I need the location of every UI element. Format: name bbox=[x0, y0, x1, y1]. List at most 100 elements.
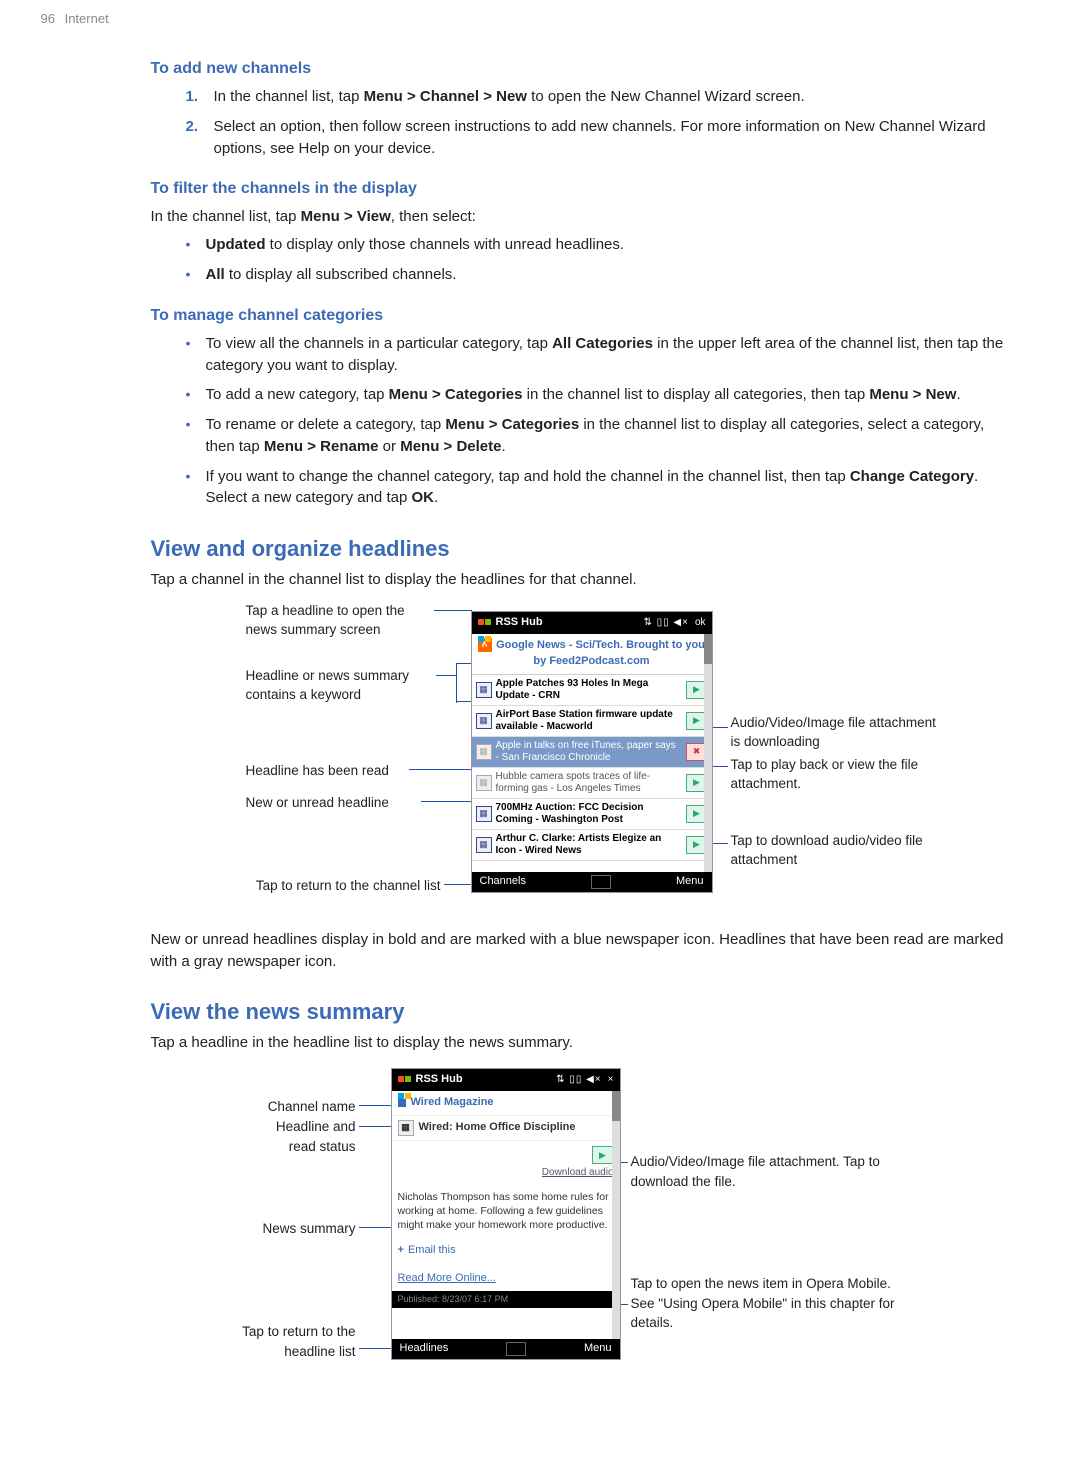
windows-logo-icon bbox=[398, 1073, 412, 1087]
callout-open-opera: Tap to open the news item in Opera Mobil… bbox=[631, 1274, 901, 1333]
media-icon[interactable]: ▶ bbox=[592, 1146, 614, 1164]
download-area[interactable]: ▶ Download audio bbox=[392, 1141, 620, 1186]
menu-softkey[interactable]: Menu bbox=[676, 874, 704, 890]
status-icons: ⇅ ▯▯ ◀× bbox=[643, 616, 688, 631]
callout-download-progress: Audio/Video/Image file attachment is dow… bbox=[731, 713, 941, 752]
headlines-para: New or unread headlines display in bold … bbox=[151, 929, 1006, 973]
menu-softkey[interactable]: Menu bbox=[584, 1341, 612, 1357]
text-bold: Menu > Categories bbox=[389, 386, 523, 403]
list-item: If you want to change the channel catego… bbox=[186, 466, 1006, 510]
text-bold: Updated bbox=[206, 236, 266, 253]
titlebar: RSS Hub ⇅ ▯▯ ◀× ok bbox=[472, 612, 712, 634]
text-bold: Menu > Delete bbox=[400, 438, 501, 455]
list-item: To rename or delete a category, tap Menu… bbox=[186, 414, 1006, 458]
channel-name: Wired Magazine bbox=[392, 1091, 620, 1116]
channel-icon bbox=[398, 1099, 406, 1107]
scrollbar[interactable] bbox=[612, 1091, 620, 1339]
text: to display only those channels with unre… bbox=[266, 236, 625, 253]
text: If you want to change the channel catego… bbox=[206, 468, 850, 485]
text: . bbox=[434, 489, 438, 506]
channel-title-text: Google News - Sci/Tech. Brought to you b… bbox=[496, 639, 705, 667]
text: , then select: bbox=[391, 208, 476, 225]
news-summary-intro: Tap a headline in the headline list to d… bbox=[151, 1032, 1006, 1054]
app-title: RSS Hub bbox=[496, 615, 543, 631]
step-text: Select an option, then follow screen ins… bbox=[214, 118, 986, 157]
bottombar: Channels Menu bbox=[472, 872, 712, 892]
heading-add-channels: To add new channels bbox=[151, 57, 1006, 80]
callout-download: Tap to download audio/video file attachm… bbox=[731, 831, 961, 870]
list-item: To view all the channels in a particular… bbox=[186, 333, 1006, 377]
headline-text: Apple Patches 93 Holes In Mega Update - … bbox=[496, 678, 682, 702]
newspaper-icon: ▦ bbox=[476, 744, 492, 760]
screenshot-summary: RSS Hub ⇅ ▯▯ ◀× × Wired Magazine ▦Wired:… bbox=[391, 1068, 621, 1360]
text-bold: OK bbox=[411, 489, 434, 506]
keyboard-icon[interactable] bbox=[506, 1342, 526, 1356]
headline-text: Wired: Home Office Discipline bbox=[419, 1120, 576, 1136]
download-link[interactable]: Download audio bbox=[398, 1166, 614, 1181]
headline-row-selected[interactable]: ▦Apple in talks on free iTunes, paper sa… bbox=[472, 737, 712, 768]
callout-unread: New or unread headline bbox=[246, 793, 436, 813]
headline-row[interactable]: ▦700MHz Auction: FCC Decision Coming - W… bbox=[472, 799, 712, 830]
newspaper-icon: ▦ bbox=[476, 775, 492, 791]
channel-name-text: Wired Magazine bbox=[411, 1095, 494, 1111]
step-text: In the channel list, tap bbox=[214, 88, 364, 105]
channel-title: እ Google News - Sci/Tech. Brought to you… bbox=[472, 634, 712, 675]
connector-line bbox=[456, 663, 457, 703]
headline-row: ▦Wired: Home Office Discipline bbox=[392, 1116, 620, 1141]
scrollbar-thumb[interactable] bbox=[612, 1091, 620, 1121]
scrollbar[interactable] bbox=[704, 634, 712, 872]
text-bold: Change Category bbox=[850, 468, 974, 485]
headline-row[interactable]: ▦Hubble camera spots traces of life-form… bbox=[472, 768, 712, 799]
headline-text: 700MHz Auction: FCC Decision Coming - Wa… bbox=[496, 802, 682, 826]
scrollbar-thumb[interactable] bbox=[704, 634, 712, 664]
screenshot-headlines: RSS Hub ⇅ ▯▯ ◀× ok እ Google News - Sci/T… bbox=[471, 611, 713, 893]
heading-view-headlines: View and organize headlines bbox=[151, 533, 1006, 565]
ok-button[interactable]: ok bbox=[695, 616, 706, 631]
callout-news-summary: News summary bbox=[251, 1219, 356, 1239]
text: In the channel list, tap bbox=[151, 208, 301, 225]
summary-text: Nicholas Thompson has some home rules fo… bbox=[392, 1186, 620, 1237]
keyboard-icon[interactable] bbox=[591, 875, 611, 889]
text: . bbox=[956, 386, 960, 403]
text-bold: All bbox=[206, 266, 225, 283]
channels-softkey[interactable]: Channels bbox=[480, 874, 526, 890]
step-number: 1. bbox=[186, 86, 199, 108]
text: To view all the channels in a particular… bbox=[206, 335, 553, 352]
list-item: Updated to display only those channels w… bbox=[186, 234, 1006, 256]
callout-keyword: Headline or news summary contains a keyw… bbox=[246, 666, 436, 705]
headline-row[interactable]: ▦Apple Patches 93 Holes In Mega Update -… bbox=[472, 675, 712, 706]
text: to display all subscribed channels. bbox=[225, 266, 457, 283]
headline-row[interactable]: ▦AirPort Base Station firmware update av… bbox=[472, 706, 712, 737]
text: . bbox=[501, 438, 505, 455]
callout-read: Headline has been read bbox=[246, 761, 436, 781]
callout-channel-name: Channel name bbox=[251, 1097, 356, 1117]
heading-manage-categories: To manage channel categories bbox=[151, 304, 1006, 327]
headline-row[interactable]: ▦Arthur C. Clarke: Artists Elegize an Ic… bbox=[472, 830, 712, 861]
newspaper-icon: ▦ bbox=[476, 682, 492, 698]
list-item: 1. In the channel list, tap Menu > Chann… bbox=[186, 86, 1006, 108]
page-number: 96 bbox=[41, 11, 55, 26]
close-button[interactable]: × bbox=[608, 1073, 614, 1088]
headlines-list: ▦Apple Patches 93 Holes In Mega Update -… bbox=[472, 675, 712, 861]
text: To add a new category, tap bbox=[206, 386, 389, 403]
section-name: Internet bbox=[65, 11, 109, 26]
filter-bullets: Updated to display only those channels w… bbox=[186, 234, 1006, 286]
email-this-link[interactable]: +Email this bbox=[392, 1237, 620, 1261]
connector-line bbox=[359, 1227, 392, 1228]
headlines-softkey[interactable]: Headlines bbox=[400, 1341, 449, 1357]
step-bold: Menu > Channel > New bbox=[364, 88, 527, 105]
headline-text: AirPort Base Station firmware update ava… bbox=[496, 709, 682, 733]
headline-text: Arthur C. Clarke: Artists Elegize an Ico… bbox=[496, 833, 682, 857]
newspaper-icon: ▦ bbox=[476, 806, 492, 822]
newspaper-icon: ▦ bbox=[476, 837, 492, 853]
app-title: RSS Hub bbox=[416, 1072, 463, 1088]
text: in the channel list to display all categ… bbox=[522, 386, 869, 403]
connector-line bbox=[434, 610, 471, 611]
text: To rename or delete a category, tap bbox=[206, 416, 446, 433]
text-bold: Menu > View bbox=[301, 208, 391, 225]
text-bold: Menu > Rename bbox=[264, 438, 379, 455]
published-date: Published: 8/23/07 6:17 PM bbox=[392, 1291, 620, 1308]
newspaper-icon: ▦ bbox=[476, 713, 492, 729]
read-more-link[interactable]: Read More Online... bbox=[392, 1261, 620, 1291]
page-header: 96 Internet bbox=[41, 10, 1041, 29]
